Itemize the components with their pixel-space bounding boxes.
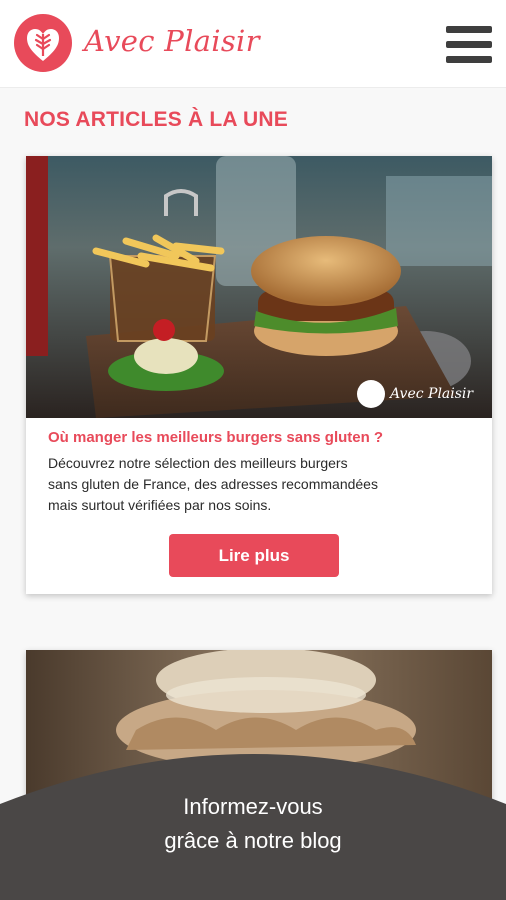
burger-fries-photo[interactable]: Avec Plaisir — [26, 156, 492, 418]
banner-line: Informez-vous — [183, 794, 323, 819]
excerpt-line: sans gluten de France, des adresses reco… — [48, 476, 378, 492]
article-card: Avec Plaisir Où manger les meilleurs bur… — [26, 156, 492, 594]
read-more-button[interactable]: Lire plus — [169, 534, 339, 577]
photo-watermark: Avec Plaisir — [388, 386, 474, 402]
banner-line: grâce à notre blog — [164, 828, 342, 853]
hamburger-menu-icon[interactable] — [446, 26, 492, 64]
app-header: Avec Plaisir — [0, 0, 506, 88]
excerpt-line: mais surtout vérifiées par nos soins. — [48, 497, 272, 513]
brand-name[interactable]: Avec Plaisir — [84, 24, 260, 58]
blog-banner[interactable]: Informez-vous grâce à notre blog — [0, 734, 506, 900]
wheat-heart-icon[interactable] — [14, 14, 72, 72]
section-title: NOS ARTICLES À LA UNE — [24, 108, 288, 131]
article-title[interactable]: Où manger les meilleurs burgers sans glu… — [48, 429, 383, 446]
article-excerpt: Découvrez notre sélection des meilleurs … — [48, 453, 428, 516]
excerpt-line: Découvrez notre sélection des meilleurs … — [48, 455, 348, 471]
banner-text: Informez-vous grâce à notre blog — [0, 790, 506, 858]
